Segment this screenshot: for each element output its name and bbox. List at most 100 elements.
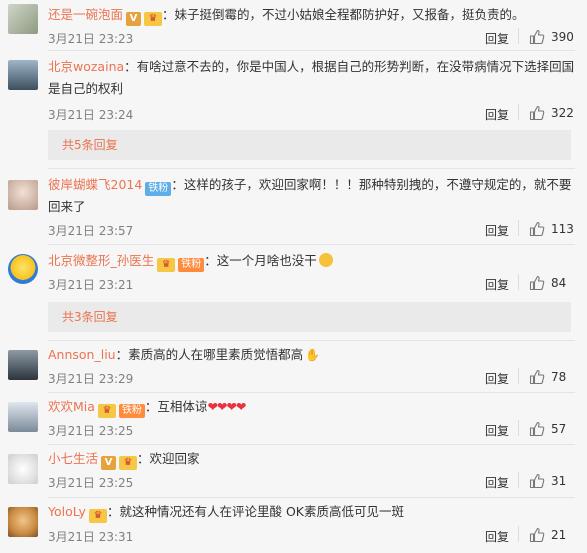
username-link[interactable]: 北京微整形_孙医生: [48, 253, 154, 268]
like-count: 113: [551, 222, 574, 236]
username-link[interactable]: 北京wozaina: [48, 59, 124, 74]
more-replies-button[interactable]: 共5条回复: [48, 130, 571, 160]
comment-meta: 3月21日 23:24 回复 322: [48, 104, 575, 124]
comment-text: 彼岸蝴蝶飞2014 铁粉 ：这样的孩子，欢迎回家啊！！！那种特别拽的，不遵守规定的，…: [48, 174, 575, 218]
like-count: 322: [551, 106, 574, 120]
thumbs-up-icon: [529, 275, 545, 291]
username-link[interactable]: 欢欢Mia: [48, 399, 95, 414]
iron-fan-badge: 铁粉: [118, 404, 145, 418]
comment-text: YoloLy ♛ ：就这种情况还有人在评论里酸 OK素质高低可见一斑: [48, 501, 575, 523]
vip-crown-icon: ♛: [119, 456, 138, 470]
username-link[interactable]: 小七生活: [48, 451, 98, 466]
vip-crown-icon: ♛: [144, 12, 163, 26]
thumbs-up-icon: [529, 473, 545, 489]
comment-text: 还是一碗泡面 V ♛ ：妹子挺倒霉的，不过小姑娘全程都防护好，又报备，挺负责的。: [48, 4, 575, 26]
comment-content: ：欢迎回家: [137, 451, 200, 466]
comment-content: ：互相体谅: [144, 399, 208, 414]
avatar[interactable]: [8, 402, 38, 432]
divider: [48, 340, 575, 341]
divider: [518, 368, 519, 384]
avatar[interactable]: [8, 180, 38, 210]
smirk-emoji-icon: [318, 253, 333, 267]
reply-button[interactable]: 回复: [485, 474, 509, 491]
thumbs-up-icon: [529, 421, 545, 437]
avatar[interactable]: [8, 254, 38, 284]
like-button[interactable]: 390: [525, 28, 575, 48]
comment-text: 北京wozaina：有啥过意不去的，你是中国人，根据自己的形势判断，在没带病情况…: [48, 56, 575, 100]
verified-v-icon: V: [101, 456, 117, 470]
timestamp: 3月21日 23:25: [48, 476, 134, 490]
divider: [518, 472, 519, 488]
divider: [518, 526, 519, 542]
divider: [48, 168, 575, 169]
avatar[interactable]: [8, 507, 38, 537]
comment-meta: 3月21日 23:21 回复 84: [48, 274, 575, 294]
comment-content: ：妹子挺倒霉的，不过小姑娘全程都防护好，又报备，挺负责的。: [162, 7, 525, 22]
like-button[interactable]: 78: [525, 368, 575, 388]
thumbs-up-emoji-icon: ✋: [305, 348, 321, 362]
thumbs-up-icon: [529, 527, 545, 543]
comment-meta: 3月21日 23:57 回复 113: [48, 220, 575, 240]
avatar[interactable]: [8, 4, 38, 34]
vip-crown-icon: ♛: [97, 404, 116, 418]
comment-feed: 还是一碗泡面 V ♛ ：妹子挺倒霉的，不过小姑娘全程都防护好，又报备，挺负责的。 3月…: [0, 0, 587, 553]
like-button[interactable]: 322: [525, 104, 575, 124]
divider: [518, 104, 519, 120]
username-link[interactable]: YoloLy: [48, 504, 86, 519]
comment-content: ：素质高的人在哪里素质觉悟都高: [115, 347, 304, 362]
thumbs-up-icon: [529, 29, 545, 45]
divider: [518, 274, 519, 290]
comment-meta: 3月21日 23:25 回复 31: [48, 472, 575, 492]
comment-meta: 3月21日 23:25 回复 57: [48, 420, 575, 440]
divider: [48, 244, 575, 245]
divider: [48, 50, 575, 51]
like-button[interactable]: 113: [525, 220, 575, 240]
thumbs-up-icon: [529, 221, 545, 237]
reply-button[interactable]: 回复: [485, 30, 509, 47]
timestamp: 3月21日 23:31: [48, 530, 134, 544]
avatar[interactable]: [8, 454, 38, 484]
more-replies-button[interactable]: 共3条回复: [48, 302, 571, 332]
avatar[interactable]: [8, 60, 38, 90]
reply-button[interactable]: 回复: [485, 528, 509, 545]
comment-text: Annson_liu：素质高的人在哪里素质觉悟都高 ✋: [48, 344, 575, 366]
comment-meta: 3月21日 23:29 回复 78: [48, 368, 575, 388]
username-link[interactable]: Annson_liu: [48, 347, 116, 362]
like-count: 390: [551, 30, 574, 44]
reply-button[interactable]: 回复: [485, 276, 509, 293]
like-count: 78: [551, 370, 567, 384]
heart-emoji-icon: ❤❤❤❤: [207, 399, 246, 414]
comment-content: ：就这种情况还有人在评论里酸 OK素质高低可见一斑: [106, 504, 404, 519]
like-button[interactable]: 21: [525, 526, 575, 546]
avatar[interactable]: [8, 350, 38, 380]
like-count: 21: [551, 528, 567, 542]
timestamp: 3月21日 23:24: [48, 108, 134, 122]
iron-fan-badge: 铁粉: [178, 258, 205, 272]
divider: [518, 220, 519, 236]
timestamp: 3月21日 23:25: [48, 424, 134, 438]
reply-button[interactable]: 回复: [485, 422, 509, 439]
timestamp: 3月21日 23:23: [48, 32, 134, 46]
divider: [518, 420, 519, 436]
iron-fan-badge: 铁粉: [145, 182, 172, 196]
like-button[interactable]: 84: [525, 274, 575, 294]
thumbs-up-icon: [529, 369, 545, 385]
like-button[interactable]: 57: [525, 420, 575, 440]
username-link[interactable]: 彼岸蝴蝶飞2014: [48, 177, 142, 192]
timestamp: 3月21日 23:21: [48, 278, 134, 292]
comment-content: ：有啥过意不去的，你是中国人，根据自己的形势判断，在没带病情况下选择回国是自己的…: [48, 59, 575, 96]
timestamp: 3月21日 23:29: [48, 372, 134, 386]
divider: [518, 28, 519, 44]
like-count: 57: [551, 422, 567, 436]
username-link[interactable]: 还是一碗泡面: [48, 7, 123, 22]
verified-v-icon: V: [126, 12, 142, 26]
vip-crown-icon: ♛: [88, 509, 107, 523]
reply-button[interactable]: 回复: [485, 106, 509, 123]
like-count: 84: [551, 276, 567, 290]
comment-text: 欢欢Mia ♛ 铁粉 ：互相体谅❤❤❤❤: [48, 396, 575, 418]
reply-button[interactable]: 回复: [485, 370, 509, 387]
comment-meta: 3月21日 23:23 回复 390: [48, 28, 575, 48]
timestamp: 3月21日 23:57: [48, 224, 134, 238]
reply-button[interactable]: 回复: [485, 222, 509, 239]
like-button[interactable]: 31: [525, 472, 575, 492]
